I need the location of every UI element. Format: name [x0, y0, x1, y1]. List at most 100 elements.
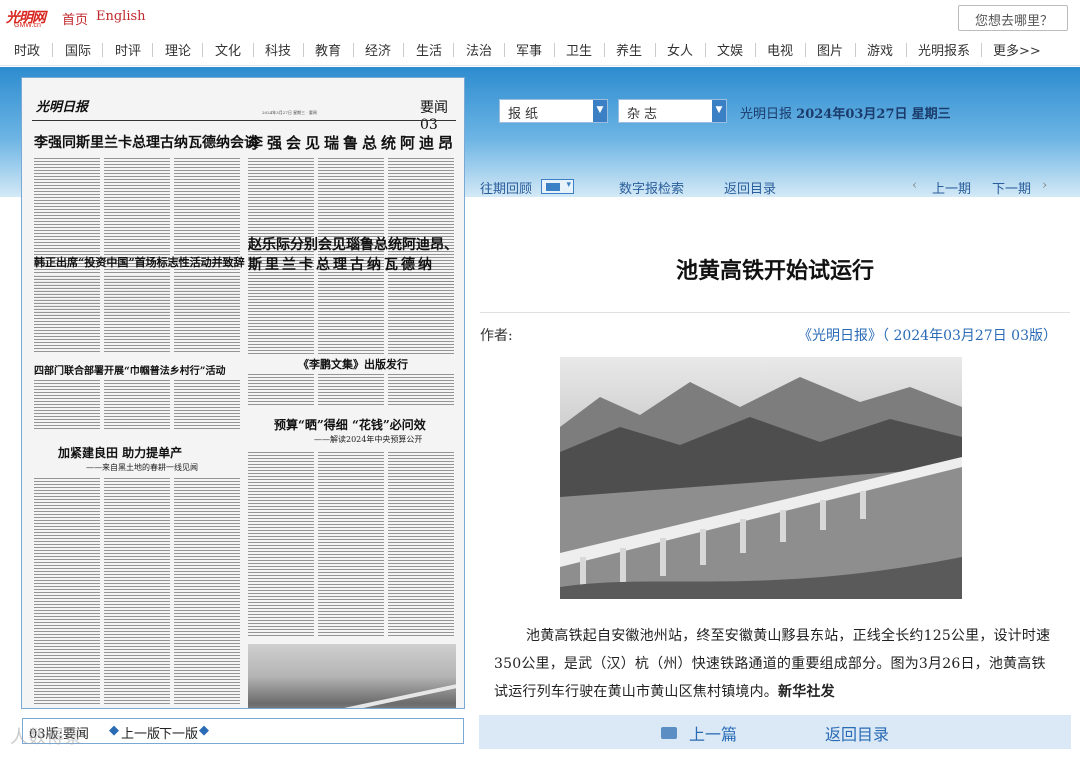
nav-divider: [102, 43, 103, 57]
magazine-select[interactable]: 杂志 ▼: [618, 99, 727, 123]
prev-article-link[interactable]: 上一篇: [689, 721, 737, 745]
article-bottom-nav: 上一篇 返回目录: [479, 715, 1071, 749]
prev-article-icon[interactable]: [661, 727, 677, 739]
paper-subhead: ——解读2024年中央预算公开: [314, 435, 423, 444]
nav-item[interactable]: 养生: [616, 40, 642, 59]
back-toc-link[interactable]: 返回目录: [825, 721, 889, 745]
nav-item[interactable]: 卫生: [566, 40, 592, 59]
nav-item[interactable]: 科技: [265, 40, 291, 59]
nav-divider: [504, 43, 505, 57]
article-body-text: 池黄高铁起自安徽池州站，终至安徽黄山黟县东站，正线全长约125公里，设计时速35…: [494, 628, 1051, 700]
paper-headline[interactable]: 李强同斯里兰卡总理古纳瓦德纳会谈: [34, 132, 258, 152]
newspaper-page-image[interactable]: 光明日报 2024年3月27日 星期三 · 要闻 要闻 03 李强同斯里兰卡总理…: [21, 77, 465, 709]
title-divider: [480, 312, 1070, 313]
nav-item[interactable]: 法治: [466, 40, 492, 59]
article-photo[interactable]: [560, 357, 962, 599]
issue-date: 2024年03月27日: [796, 107, 908, 122]
home-link[interactable]: 首页: [62, 9, 88, 28]
nav-item[interactable]: 军事: [516, 40, 542, 59]
toc-link[interactable]: 返回目录: [724, 178, 776, 197]
channel-nav: 时政 国际 时评 理论 文化 科技 教育 经济 生活 法治 军事 卫生 养生 女…: [0, 36, 1080, 66]
nav-item[interactable]: 时评: [115, 40, 141, 59]
photo-credit: 新华社发: [778, 684, 835, 700]
nav-item[interactable]: 教育: [315, 40, 341, 59]
chevron-down-icon: ▼: [712, 100, 726, 122]
paper-column: [174, 476, 240, 704]
site-search-input[interactable]: 您想去哪里？: [958, 5, 1068, 31]
calendar-icon[interactable]: [541, 179, 574, 194]
nav-divider: [152, 43, 153, 57]
paper-column: [388, 372, 454, 406]
nav-divider: [906, 43, 907, 57]
paper-headline[interactable]: 斯里兰卡总理古纳瓦德纳: [248, 254, 435, 274]
paper-headline[interactable]: 韩正出席“投资中国”首场标志性活动并致辞: [34, 254, 245, 270]
next-page-arrow-icon[interactable]: ◆: [199, 723, 209, 738]
prev-page-arrow-icon[interactable]: ◆: [109, 723, 119, 738]
nav-divider: [855, 43, 856, 57]
nav-item[interactable]: 游戏: [867, 40, 893, 59]
nav-divider: [655, 43, 656, 57]
issue-paper-name: 光明日报: [740, 107, 793, 122]
nav-divider: [554, 43, 555, 57]
paper-column: [318, 372, 384, 406]
watermark-logo: 人数得景: [10, 727, 82, 748]
prev-page-link[interactable]: 上一版: [121, 723, 160, 742]
paper-subhead: ——来自黑土地的春耕一线见闻: [86, 463, 198, 472]
nav-divider: [453, 43, 454, 57]
page-pager: 03版:要闻 ◆ 上一版 下一版 ◆: [22, 718, 464, 744]
nav-item[interactable]: 国际: [65, 40, 91, 59]
nav-divider: [705, 43, 706, 57]
paper-column: [174, 378, 240, 430]
paper-section-label: 要闻 03: [420, 100, 448, 133]
nav-item[interactable]: 电视: [767, 40, 793, 59]
site-logo[interactable]: 光明网 GMW.cn: [6, 7, 54, 29]
prev-issue-link[interactable]: 上一期: [932, 178, 971, 197]
nav-item-more[interactable]: 更多>>: [993, 40, 1041, 59]
paper-column: [248, 276, 314, 356]
paper-headline[interactable]: 《李鹏文集》出版发行: [298, 356, 408, 372]
digital-search-link[interactable]: 数字报检索: [619, 178, 684, 197]
paper-headline[interactable]: 李强会见瑞鲁总统阿迪昂: [248, 132, 457, 153]
issue-date-line: 光明日报 2024年03月27日 星期三: [740, 103, 951, 122]
nav-divider: [253, 43, 254, 57]
nav-item[interactable]: 光明报系: [918, 40, 970, 59]
nav-item[interactable]: 女人: [667, 40, 693, 59]
paper-column: [318, 276, 384, 356]
next-issue-link[interactable]: 下一期: [992, 178, 1031, 197]
archive-link[interactable]: 往期回顾: [480, 178, 532, 197]
paper-select[interactable]: 报纸 ▼: [499, 99, 608, 123]
paper-headline[interactable]: 四部门联合部署开展“巾帼普法乡村行”活动: [34, 362, 226, 377]
author-label: 作者:: [480, 328, 513, 344]
paper-masthead: 光明日报: [36, 100, 89, 115]
english-link[interactable]: English: [96, 9, 146, 24]
paper-column: [174, 274, 240, 352]
nav-item[interactable]: 图片: [817, 40, 843, 59]
top-bar: 光明网 GMW.cn 首页 English 您想去哪里？: [0, 0, 1080, 36]
nav-item[interactable]: 经济: [365, 40, 391, 59]
paper-dateline: 2024年3月27日 星期三 · 要闻: [262, 110, 317, 115]
chevron-right-icon[interactable]: ›: [1042, 178, 1047, 193]
nav-item[interactable]: 时政: [14, 40, 40, 59]
nav-divider: [52, 43, 53, 57]
paper-column: [34, 476, 100, 704]
nav-item[interactable]: 文娱: [717, 40, 743, 59]
nav-item[interactable]: 生活: [416, 40, 442, 59]
paper-column: [34, 274, 100, 352]
paper-photo[interactable]: [248, 644, 456, 708]
nav-item[interactable]: 文化: [215, 40, 241, 59]
paper-column: [318, 450, 384, 638]
paper-headline[interactable]: 预算“晒”得细 “花钱”必问效: [274, 416, 426, 433]
article-title: 池黄高铁开始试运行: [675, 259, 874, 284]
nav-divider: [353, 43, 354, 57]
paper-column: [248, 372, 314, 406]
chevron-down-icon: ▼: [593, 100, 607, 122]
paper-column: [248, 450, 314, 638]
next-page-link[interactable]: 下一版: [159, 723, 198, 742]
paper-headline[interactable]: 赵乐际分别会见瑙鲁总统阿迪昂、: [248, 234, 458, 254]
nav-item[interactable]: 理论: [165, 40, 191, 59]
nav-divider: [755, 43, 756, 57]
paper-headline[interactable]: 加紧建良田 助力提单产: [58, 444, 182, 461]
chevron-left-icon[interactable]: ‹: [912, 178, 917, 193]
article-source: 《光明日报》（ 2024年03月27日 03版）: [798, 328, 1057, 344]
nav-divider: [604, 43, 605, 57]
